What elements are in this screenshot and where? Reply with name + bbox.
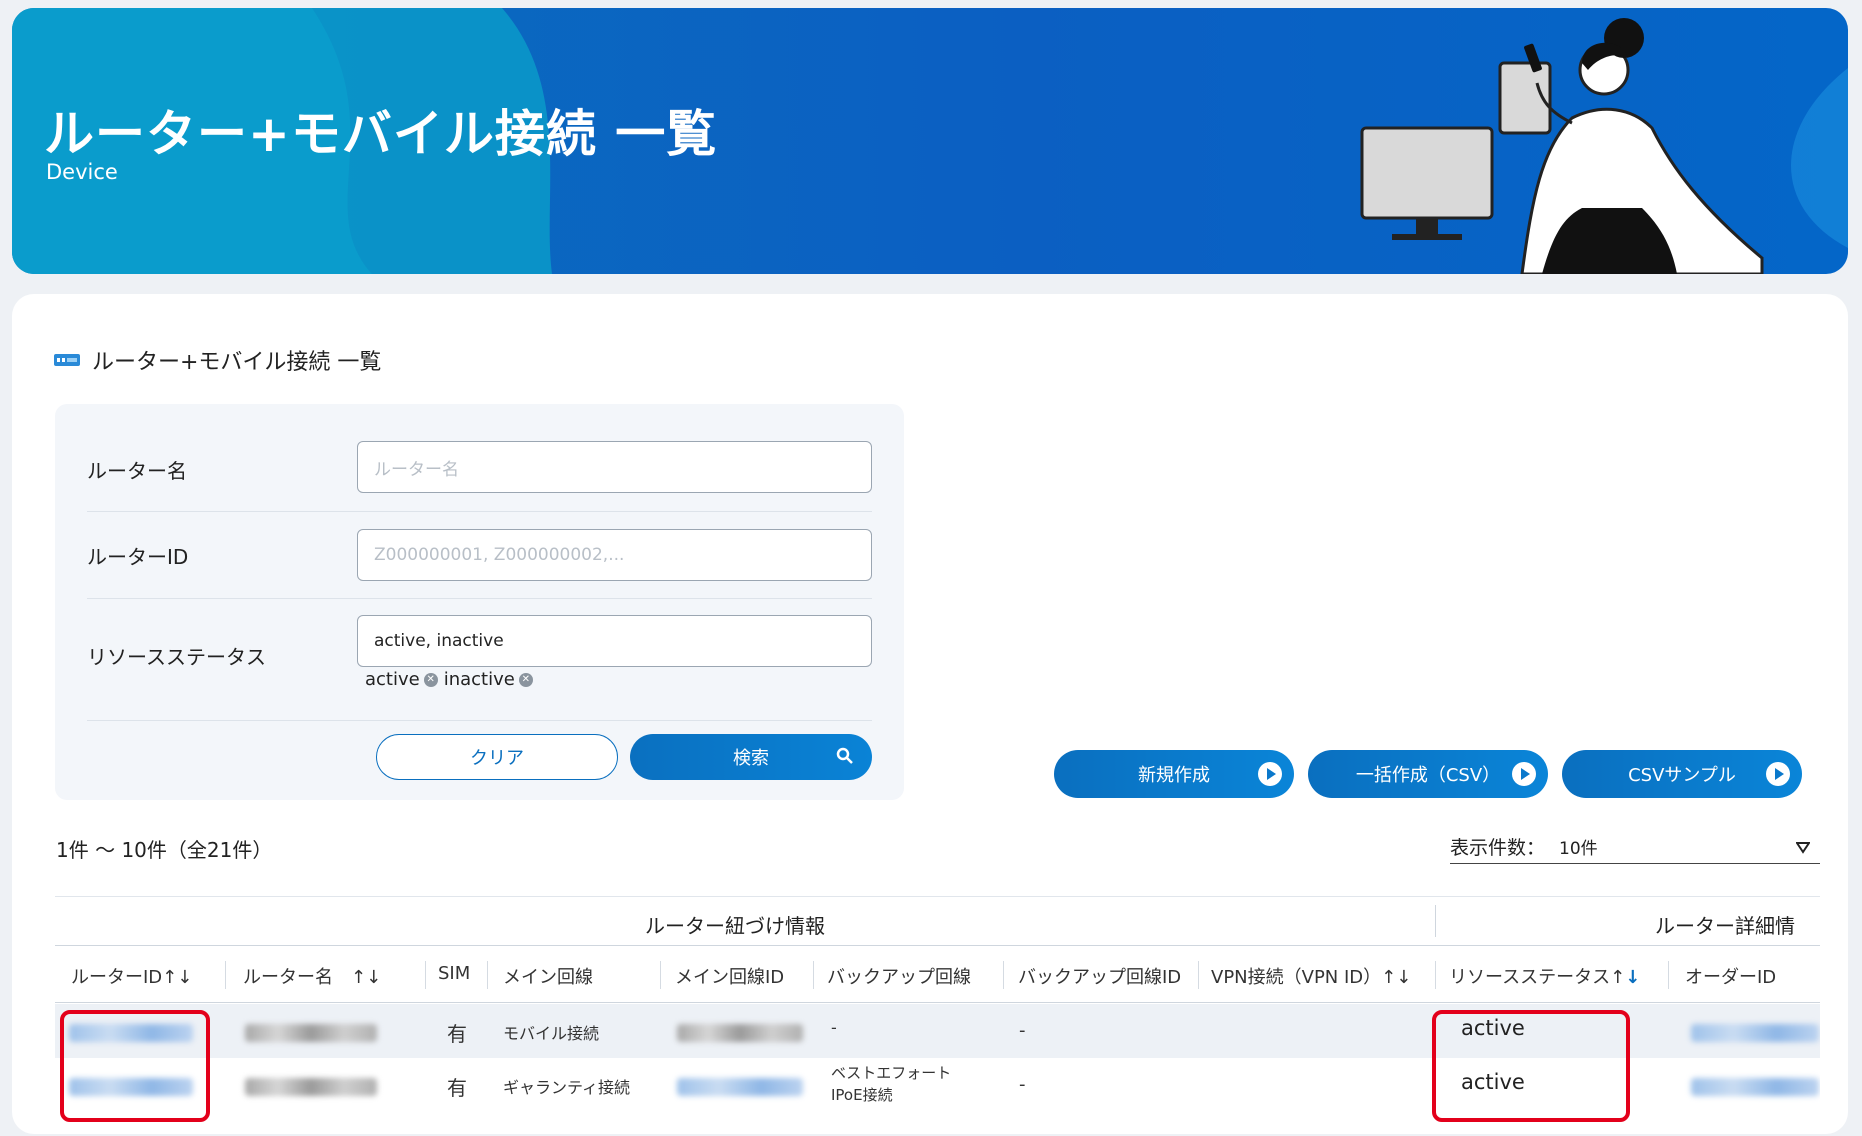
router-id-select[interactable]: Z000000001, Z000000002,... (357, 529, 872, 581)
header-router-id[interactable]: ルーターID↑↓ (71, 963, 192, 989)
play-circle-icon (1766, 762, 1790, 786)
sort-desc-arrow-icon: ↓ (1625, 967, 1641, 988)
search-icon (836, 747, 853, 764)
column-divider (1435, 961, 1436, 989)
order-id-link-redacted[interactable] (1691, 1024, 1819, 1042)
section-header: ルーター+モバイル接続 一覧 (54, 344, 381, 376)
resource-status-chips: active ✕ inactive ✕ (365, 669, 533, 690)
table-header-row: ルーターID↑↓ ルーター名 ↑↓ SIM メイン回線 メイン回線ID バックア… (55, 947, 1820, 1003)
csv-sample-button[interactable]: CSVサンプル (1562, 750, 1802, 798)
backup-line-id-cell: - (1019, 1074, 1026, 1095)
main-line-cell: ギャランティ接続 (503, 1078, 631, 1097)
filter-row-router-name: ルーター名 ルーター名 (87, 404, 872, 512)
group-divider (1435, 905, 1436, 937)
csv-sample-label: CSVサンプル (1628, 765, 1736, 786)
chip-label: inactive (443, 669, 515, 690)
column-divider (1668, 961, 1669, 989)
column-divider (225, 961, 226, 989)
backup-line-cell: - (831, 1018, 837, 1037)
highlight-box-router-id (60, 1010, 210, 1122)
table-group-header: ルーター紐づけ情報 ルーター詳細情 (55, 896, 1820, 946)
column-divider (1198, 961, 1199, 989)
resource-status-value: active, inactive (374, 631, 504, 651)
main-line-id-link-redacted[interactable] (677, 1078, 803, 1096)
bulk-create-label: 一括作成（CSV） (1355, 765, 1501, 786)
result-count: 1件 ～ 10件（全21件） (56, 838, 273, 862)
status-chip-inactive: inactive ✕ (444, 669, 533, 690)
header-resource-status[interactable]: リソースステータス↑↓ (1449, 963, 1640, 989)
group-router-link-info: ルーター紐づけ情報 (645, 914, 825, 938)
page-banner: ルーター+モバイル接続 一覧 Device (12, 8, 1848, 274)
backup-line-id-cell: - (1019, 1020, 1026, 1041)
per-page-label: 表示件数： (1450, 837, 1546, 859)
new-create-label: 新規作成 (1138, 765, 1210, 786)
page-subtitle: Device (46, 160, 118, 184)
main-line-id-redacted (677, 1024, 803, 1042)
main-panel: ルーター+モバイル接続 一覧 ルーター名 ルーター名 ルーターID Z00000… (12, 294, 1848, 1134)
order-id-link-redacted[interactable] (1691, 1078, 1819, 1096)
router-icon (54, 354, 80, 366)
column-divider (425, 961, 426, 989)
column-divider (487, 961, 488, 989)
router-id-placeholder: Z000000001, Z000000002,... (374, 545, 625, 565)
group-router-detail-info: ルーター詳細情 (1655, 914, 1795, 938)
column-divider (813, 961, 814, 989)
sim-cell: 有 (447, 1022, 467, 1046)
column-divider (1003, 961, 1004, 989)
header-vpn-connection[interactable]: VPN接続（VPN ID）↑↓ (1211, 963, 1411, 989)
chip-remove-icon[interactable]: ✕ (423, 672, 438, 687)
backup-line-cell: ベストエフォート (831, 1064, 952, 1082)
filter-row-resource-status: リソースステータス active, inactive active ✕ inac… (87, 599, 872, 721)
chevron-down-icon (1796, 842, 1810, 854)
status-chip-active: active ✕ (365, 669, 438, 690)
header-main-line: メイン回線 (503, 967, 593, 988)
router-name-label: ルーター名 (87, 459, 187, 483)
new-create-button[interactable]: 新規作成 (1054, 750, 1294, 798)
sim-cell: 有 (447, 1076, 467, 1100)
chip-label: active (365, 669, 420, 690)
header-main-line-id: メイン回線ID (675, 967, 785, 988)
chip-remove-icon[interactable]: ✕ (518, 672, 533, 687)
column-divider (660, 961, 661, 989)
main-line-cell: モバイル接続 (503, 1024, 600, 1043)
section-title: ルーター+モバイル接続 一覧 (92, 350, 382, 375)
router-id-label: ルーターID (87, 545, 189, 569)
header-router-name[interactable]: ルーター名 ↑↓ (243, 963, 381, 989)
page-title: ルーター+モバイル接続 一覧 (44, 105, 718, 163)
filter-row-router-id: ルーターID Z000000001, Z000000002,... (87, 512, 872, 599)
search-button-label: 検索 (733, 748, 769, 769)
search-button[interactable]: 検索 (630, 734, 872, 780)
clear-button[interactable]: クリア (376, 734, 618, 780)
backup-line-cell-line2: IPoE接続 (831, 1086, 893, 1104)
header-order-id[interactable]: オーダーID (1685, 963, 1776, 989)
resource-status-label: リソースステータス (87, 645, 266, 669)
per-page-select[interactable]: 表示件数： 10件 (1450, 830, 1820, 864)
resource-status-select[interactable]: active, inactive (357, 615, 872, 667)
router-name-redacted (245, 1078, 377, 1096)
header-backup-line-id: バックアップ回線ID (1018, 967, 1182, 988)
play-circle-icon (1512, 762, 1536, 786)
woman-with-devices-illustration (1360, 18, 1764, 274)
header-resource-status-label: リソースステータス↑ (1449, 967, 1626, 988)
highlight-box-resource-status (1432, 1010, 1630, 1122)
header-backup-line: バックアップ回線 (827, 967, 971, 988)
router-name-redacted (245, 1024, 377, 1042)
router-name-input[interactable]: ルーター名 (357, 441, 872, 493)
per-page-value: 10件 (1559, 839, 1598, 859)
bulk-create-csv-button[interactable]: 一括作成（CSV） (1308, 750, 1548, 798)
play-circle-icon (1258, 762, 1282, 786)
header-sim: SIM (438, 963, 471, 984)
